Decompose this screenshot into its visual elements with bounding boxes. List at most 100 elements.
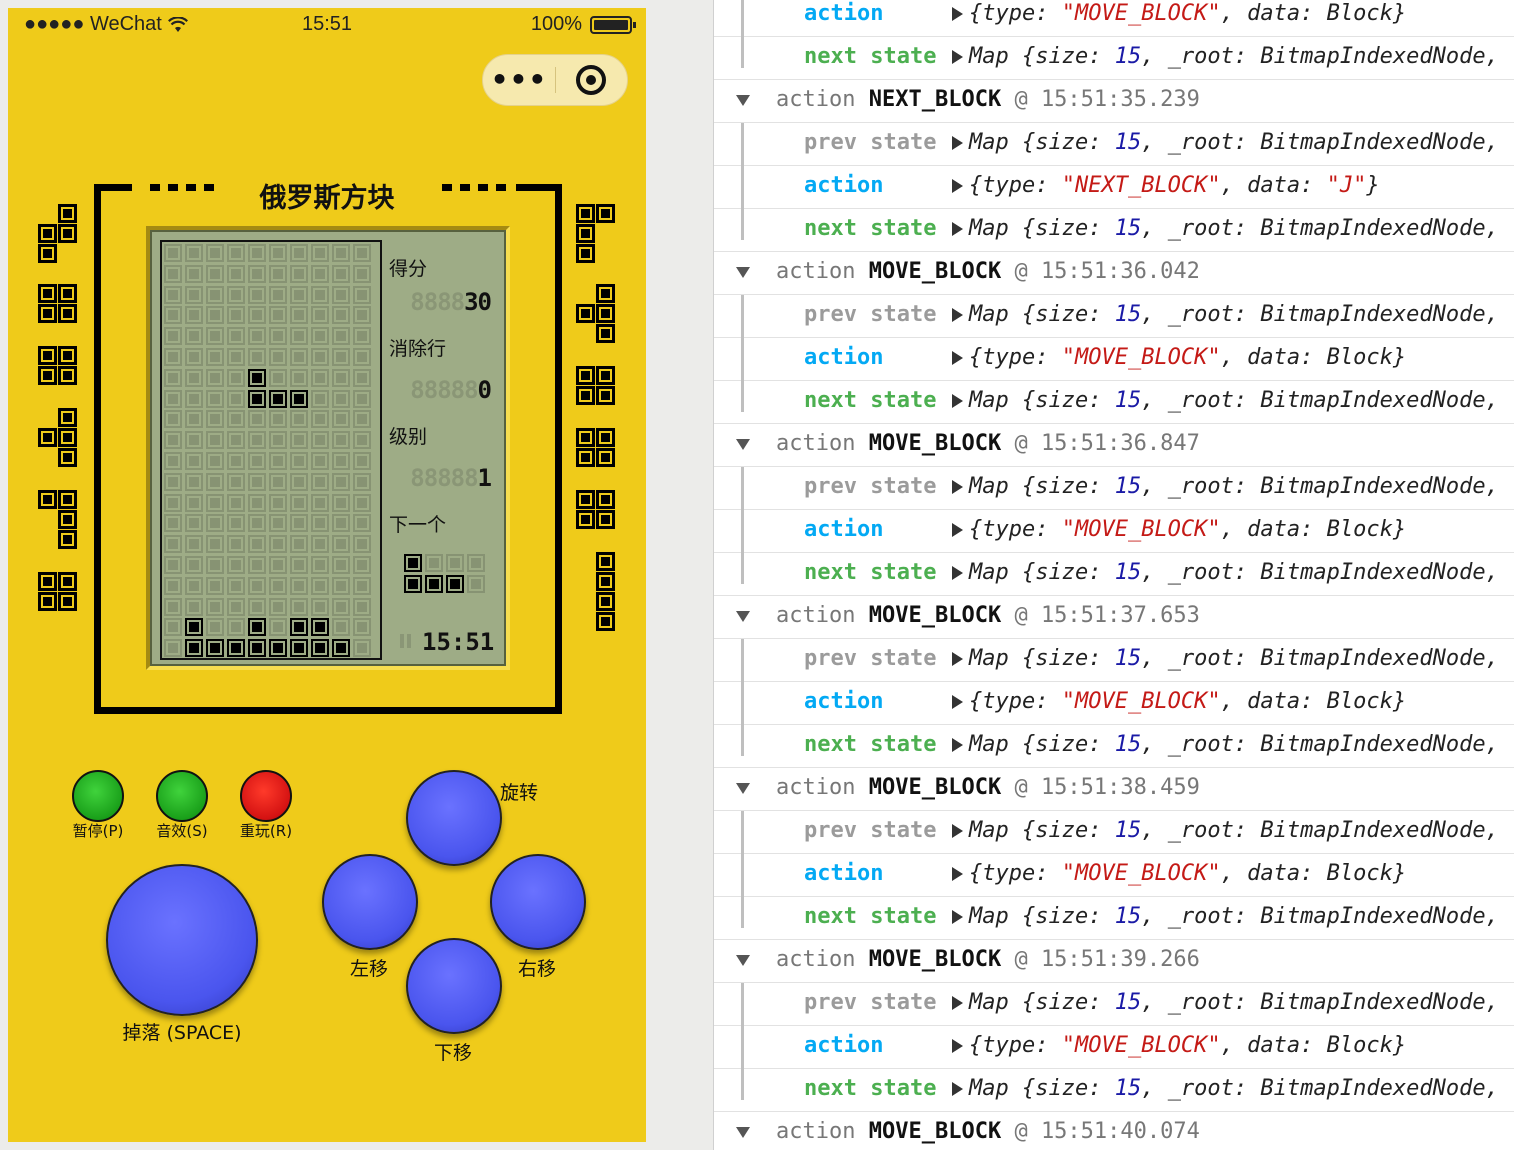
board-cell (332, 514, 350, 533)
expand-triangle-icon[interactable] (952, 216, 969, 241)
board-cell (206, 389, 224, 408)
expand-triangle-icon[interactable] (952, 388, 969, 413)
expand-triangle-icon[interactable] (952, 130, 969, 155)
expand-triangle-icon[interactable] (952, 1076, 969, 1101)
expand-triangle-icon[interactable] (952, 560, 969, 585)
log-group-header[interactable]: action MOVE_BLOCK @ 15:51:39.266 (714, 940, 1514, 983)
board-cell (185, 244, 203, 262)
replay-button[interactable] (240, 770, 292, 822)
collapse-caret-icon[interactable] (736, 80, 750, 120)
log-group-header[interactable]: action MOVE_BLOCK @ 15:51:38.459 (714, 768, 1514, 811)
decor-block (38, 592, 58, 612)
decor-block (596, 592, 616, 612)
log-entry-next[interactable]: next state Map {size: 15, _root: BitmapIn… (714, 37, 1514, 80)
board-cell (332, 285, 350, 304)
expand-triangle-icon[interactable] (952, 990, 969, 1015)
expand-triangle-icon[interactable] (952, 1033, 969, 1058)
board-cell (227, 618, 245, 637)
collapse-caret-icon[interactable] (736, 940, 750, 980)
expand-triangle-icon[interactable] (952, 517, 969, 542)
log-entry-prev[interactable]: prev state Map {size: 15, _root: BitmapIn… (714, 295, 1514, 338)
board-cell (353, 327, 371, 346)
collapse-caret-icon[interactable] (736, 596, 750, 636)
log-entry-action[interactable]: action {type: "MOVE_BLOCK", data: Block} (714, 338, 1514, 381)
log-group-header[interactable]: action MOVE_BLOCK @ 15:51:37.653 (714, 596, 1514, 639)
log-key: next state (804, 388, 937, 413)
board-cell (269, 431, 287, 450)
board-cell (164, 431, 182, 450)
expand-triangle-icon[interactable] (952, 345, 969, 370)
expand-triangle-icon[interactable] (952, 1, 969, 26)
log-entry-prev[interactable]: prev state Map {size: 15, _root: BitmapIn… (714, 983, 1514, 1026)
board-cell (311, 576, 329, 595)
board-cell (206, 472, 224, 491)
move-right-button[interactable] (490, 854, 586, 950)
decor-block (58, 428, 78, 448)
more-button[interactable]: ••• (483, 54, 555, 106)
battery-percent: 100% (530, 13, 582, 35)
pause-button[interactable] (72, 770, 124, 822)
log-entry-action[interactable]: action {type: "MOVE_BLOCK", data: Block} (714, 854, 1514, 897)
board-cell (206, 368, 224, 387)
board-cell-filled (311, 639, 329, 658)
board-cell (290, 431, 308, 450)
expand-triangle-icon[interactable] (952, 732, 969, 757)
drop-button[interactable] (106, 864, 258, 1016)
sound-button[interactable] (156, 770, 208, 822)
log-entry-prev[interactable]: prev state Map {size: 15, _root: BitmapIn… (714, 467, 1514, 510)
expand-triangle-icon[interactable] (952, 904, 969, 929)
board-cell (269, 618, 287, 637)
log-entry-next[interactable]: next state Map {size: 15, _root: BitmapIn… (714, 381, 1514, 424)
collapse-caret-icon[interactable] (736, 768, 750, 808)
level-label: 级别 (389, 426, 428, 448)
group-guide-line (741, 295, 744, 412)
expand-triangle-icon[interactable] (952, 474, 969, 499)
group-action-name: MOVE_BLOCK (868, 775, 1002, 800)
board-cell-filled (290, 618, 308, 637)
collapse-caret-icon[interactable] (736, 424, 750, 464)
log-value: Map {size: 15, _root: BitmapIndexedNode, (969, 560, 1499, 585)
group-guide-line (741, 0, 744, 68)
log-entry-action[interactable]: action {type: "MOVE_BLOCK", data: Block} (714, 1026, 1514, 1069)
expand-triangle-icon[interactable] (952, 818, 969, 843)
log-entry-prev[interactable]: prev state Map {size: 15, _root: BitmapIn… (714, 811, 1514, 854)
expand-triangle-icon[interactable] (952, 646, 969, 671)
log-entry-action[interactable]: action {type: "NEXT_BLOCK", data: "J"} (714, 166, 1514, 209)
group-word: action (776, 431, 856, 456)
board-cell (332, 389, 350, 408)
log-entry-next[interactable]: next state Map {size: 15, _root: BitmapIn… (714, 553, 1514, 596)
log-entry-next[interactable]: next state Map {size: 15, _root: BitmapIn… (714, 209, 1514, 252)
decor-block (58, 224, 78, 244)
decor-block (576, 490, 596, 510)
move-left-button[interactable] (322, 854, 418, 950)
log-entry-action[interactable]: action {type: "MOVE_BLOCK", data: Block} (714, 0, 1514, 37)
log-entry-next[interactable]: next state Map {size: 15, _root: BitmapIn… (714, 897, 1514, 940)
expand-triangle-icon[interactable] (952, 302, 969, 327)
log-key: next state (804, 44, 937, 69)
log-group-header[interactable]: action MOVE_BLOCK @ 15:51:36.042 (714, 252, 1514, 295)
log-entry-action[interactable]: action {type: "MOVE_BLOCK", data: Block} (714, 682, 1514, 725)
log-entry-prev[interactable]: prev state Map {size: 15, _root: BitmapIn… (714, 639, 1514, 682)
move-down-button[interactable] (406, 938, 502, 1034)
collapse-caret-icon[interactable] (736, 1112, 750, 1150)
collapse-caret-icon[interactable] (736, 252, 750, 292)
log-group-header[interactable]: action MOVE_BLOCK @ 15:51:36.847 (714, 424, 1514, 467)
expand-triangle-icon[interactable] (952, 173, 969, 198)
board-cell (248, 327, 266, 346)
expand-triangle-icon[interactable] (952, 44, 969, 69)
log-entry-next[interactable]: next state Map {size: 15, _root: BitmapIn… (714, 1069, 1514, 1112)
board-cell-filled (248, 389, 266, 408)
rotate-button[interactable] (406, 770, 502, 866)
log-entry-next[interactable]: next state Map {size: 15, _root: BitmapIn… (714, 725, 1514, 768)
expand-triangle-icon[interactable] (952, 689, 969, 714)
board-cell (185, 389, 203, 408)
board-cell (248, 410, 266, 429)
log-entry-action[interactable]: action {type: "MOVE_BLOCK", data: Block} (714, 510, 1514, 553)
expand-triangle-icon[interactable] (952, 861, 969, 886)
log-group-header[interactable]: action MOVE_BLOCK @ 15:51:40.074 (714, 1112, 1514, 1150)
board-cell (227, 327, 245, 346)
group-guide-line (741, 639, 744, 756)
close-miniapp-button[interactable] (556, 65, 627, 95)
log-group-header[interactable]: action NEXT_BLOCK @ 15:51:35.239 (714, 80, 1514, 123)
log-entry-prev[interactable]: prev state Map {size: 15, _root: BitmapIn… (714, 123, 1514, 166)
